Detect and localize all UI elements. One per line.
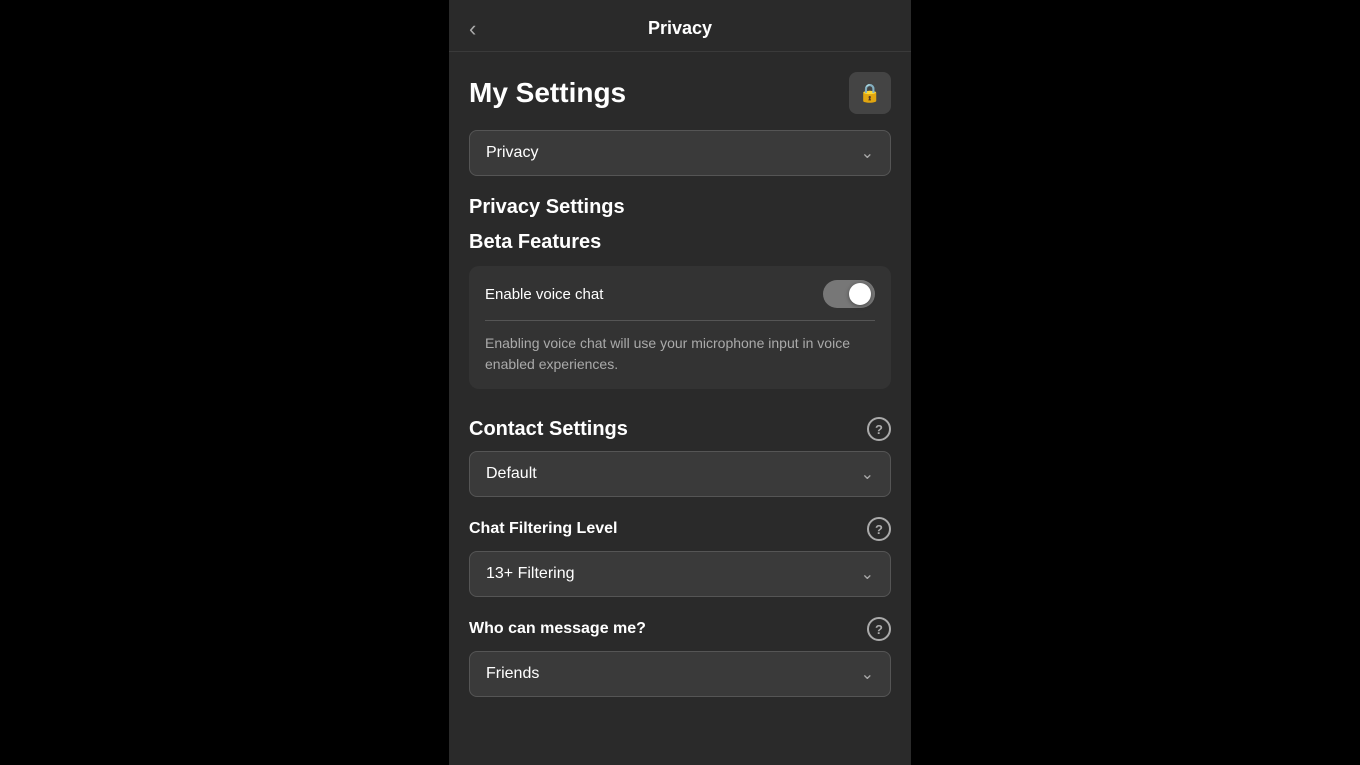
content: My Settings 🔒 Privacy ⌄ Privacy Settings… — [449, 52, 911, 765]
who-can-message-help-icon[interactable]: ? — [867, 617, 891, 641]
voice-chat-description: Enabling voice chat will use your microp… — [485, 335, 850, 372]
contact-settings-arrow: ⌄ — [861, 464, 874, 484]
privacy-dropdown-arrow: ⌄ — [861, 143, 874, 163]
contact-settings-value: Default — [486, 465, 537, 483]
header: ‹ Privacy — [449, 0, 911, 52]
contact-settings-dropdown[interactable]: Default ⌄ — [469, 451, 891, 497]
contact-settings-row: Contact Settings ? — [469, 417, 891, 441]
voice-chat-toggle[interactable] — [823, 280, 875, 308]
who-can-message-dropdown[interactable]: Friends ⌄ — [469, 651, 891, 697]
chat-filtering-help-icon[interactable]: ? — [867, 517, 891, 541]
header-title: Privacy — [648, 18, 712, 39]
who-can-message-row: Who can message me? ? — [469, 617, 891, 641]
who-can-message-arrow: ⌄ — [861, 664, 874, 684]
who-can-message-heading: Who can message me? — [469, 620, 646, 638]
back-button[interactable]: ‹ — [469, 16, 476, 42]
beta-features-box: Enable voice chat Enabling voice chat wi… — [469, 266, 891, 389]
contact-settings-heading: Contact Settings — [469, 418, 628, 441]
beta-features-heading: Beta Features — [469, 231, 891, 254]
chat-filtering-dropdown[interactable]: 13+ Filtering ⌄ — [469, 551, 891, 597]
lock-button[interactable]: 🔒 — [849, 72, 891, 114]
phone-container: ‹ Privacy My Settings 🔒 Privacy ⌄ Privac… — [449, 0, 911, 765]
privacy-dropdown-value: Privacy — [486, 144, 538, 162]
chat-filtering-value: 13+ Filtering — [486, 565, 575, 583]
lock-icon: 🔒 — [859, 83, 881, 104]
who-can-message-value: Friends — [486, 665, 539, 683]
my-settings-row: My Settings 🔒 — [469, 72, 891, 114]
beta-toggle-row: Enable voice chat — [485, 280, 875, 308]
toggle-thumb — [849, 283, 871, 305]
enable-voice-chat-label: Enable voice chat — [485, 286, 603, 303]
beta-divider — [485, 320, 875, 321]
back-icon: ‹ — [469, 16, 476, 42]
chat-filtering-heading: Chat Filtering Level — [469, 520, 617, 538]
my-settings-title: My Settings — [469, 77, 626, 109]
chat-filtering-row: Chat Filtering Level ? — [469, 517, 891, 541]
contact-settings-help-icon[interactable]: ? — [867, 417, 891, 441]
privacy-settings-heading: Privacy Settings — [469, 196, 891, 219]
privacy-dropdown[interactable]: Privacy ⌄ — [469, 130, 891, 176]
chat-filtering-arrow: ⌄ — [861, 564, 874, 584]
toggle-track — [823, 280, 875, 308]
